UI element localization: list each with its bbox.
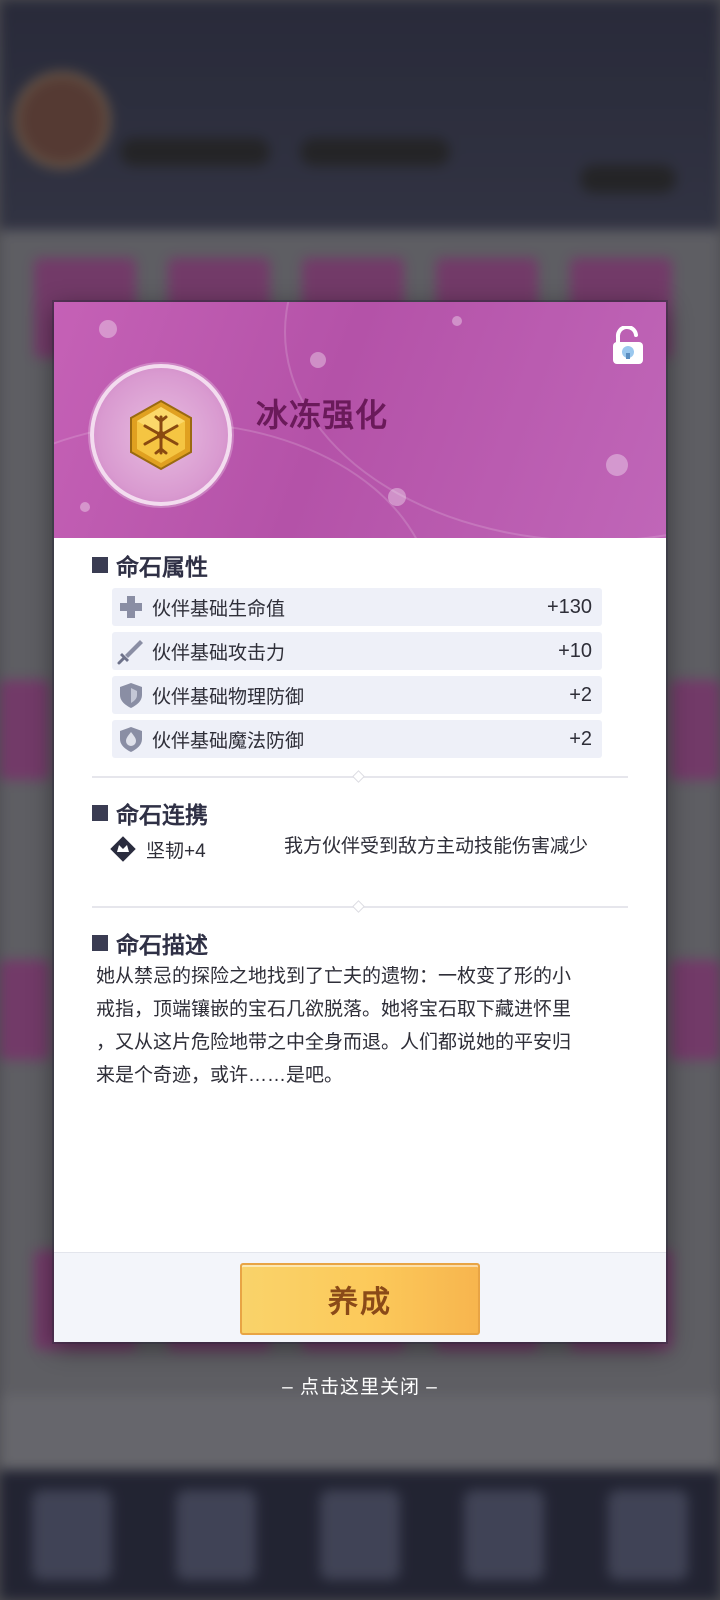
header-sparkle: [388, 488, 406, 506]
description-line: ，又从这片危险地带之中全身而退。人们都说她的平安归: [96, 1032, 572, 1053]
attribute-label: 伙伴基础攻击力: [152, 642, 286, 664]
attribute-value: +2: [569, 727, 592, 750]
section-bullet: [92, 805, 108, 821]
link-section-title: 命石连携: [92, 796, 208, 830]
physical-shield-icon: [120, 683, 142, 708]
attribute-row-attack: 伙伴基础攻击力 +10: [112, 632, 602, 670]
section-bullet: [92, 557, 108, 573]
header-sparkle: [452, 316, 462, 326]
description-heading: 命石描述: [116, 932, 208, 959]
magic-shield-icon: [120, 727, 142, 752]
sword-icon: [117, 640, 143, 665]
description-line: 来是个奇迹，或许……是吧。: [96, 1065, 344, 1086]
attribute-row-physical-defense: 伙伴基础物理防御 +2: [112, 676, 602, 714]
snowflake-gem-icon: [130, 399, 192, 471]
divider-diamond: [352, 770, 365, 783]
attribute-value: +130: [546, 595, 592, 618]
attribute-value: +10: [558, 639, 592, 662]
attributes-section-title: 命石属性: [92, 548, 208, 582]
description-line: 她从禁忌的探险之地找到了亡夫的遗物：一枚变了形的小: [96, 966, 572, 987]
attribute-value: +2: [569, 683, 592, 706]
link-name: 坚韧+4: [146, 841, 206, 862]
header-sparkle: [310, 352, 326, 368]
link-heading: 命石连携: [116, 802, 208, 829]
gem-description: 她从禁忌的探险之地找到了亡夫的遗物：一枚变了形的小 戒指，顶端镶嵌的宝石几欲脱落…: [96, 960, 626, 1092]
modal-footer: 养成: [54, 1252, 666, 1342]
attribute-label: 伙伴基础魔法防御: [152, 730, 305, 752]
crown-badge-icon: [110, 836, 136, 862]
health-cross-icon: [120, 596, 142, 618]
unlock-icon[interactable]: [610, 326, 646, 366]
description-section-title: 命石描述: [92, 926, 208, 960]
section-bullet: [92, 935, 108, 951]
attribute-row-magic-defense: 伙伴基础魔法防御 +2: [112, 720, 602, 758]
section-divider: [92, 770, 628, 783]
attribute-row-health: 伙伴基础生命值 +130: [112, 588, 602, 626]
divider-diamond: [352, 900, 365, 913]
attributes-heading: 命石属性: [116, 554, 208, 581]
close-hint[interactable]: – 点击这里关闭 –: [0, 1372, 720, 1399]
gem-icon-frame: [90, 364, 232, 506]
description-line: 戒指，顶端镶嵌的宝石几欲脱落。她将宝石取下藏进怀里: [96, 999, 572, 1020]
attribute-label: 伙伴基础生命值: [152, 598, 286, 620]
gem-title: 冰冻强化: [256, 396, 389, 434]
header-sparkle: [80, 502, 90, 512]
section-divider: [92, 900, 628, 913]
link-description: 我方伙伴受到敌方主动技能伤害减少: [284, 836, 589, 857]
header-sparkle: [99, 320, 117, 338]
attribute-label: 伙伴基础物理防御: [152, 686, 305, 708]
modal-header: 冰冻强化: [54, 302, 666, 538]
cultivate-button[interactable]: 养成: [240, 1263, 480, 1335]
header-sparkle: [606, 454, 628, 476]
gem-detail-modal: 冰冻强化 命石属性 伙伴基础生命值 +130 伙伴基础攻击力 +10 伙伴基础物…: [54, 302, 666, 1342]
